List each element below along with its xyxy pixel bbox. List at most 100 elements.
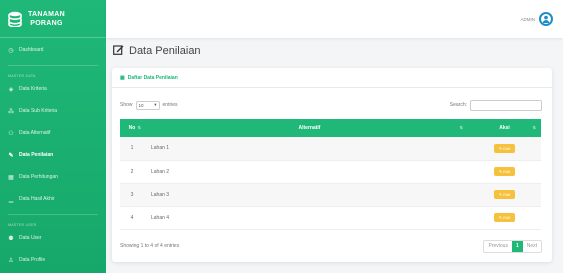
sidebar-item-profile[interactable]: ♙ Data Profile [0,249,106,271]
database-icon [8,11,22,27]
data-card: ▦ Daftar Data Penilaian Show 10 ▾ entrie… [112,68,552,262]
brand-title-line1: TANAMAN [28,10,65,18]
sidebar-item-hasil-akhir[interactable]: ▁ Data Hasil Akhir [0,188,106,210]
search-input[interactable] [470,99,542,111]
user-avatar-icon [542,15,550,23]
dashboard-icon: ◷ [8,47,14,54]
sidebar-heading-master: MASTER DATA [8,74,36,78]
column-header-alternatif[interactable]: Alternatif ⇅ [144,119,468,137]
sidebar-item-label: Dashboard [19,47,44,53]
cell-aksi: ✎ Edit [468,137,541,161]
card-header-title: Daftar Data Penilaian [127,74,178,81]
edit-button[interactable]: ✎ Edit [494,190,515,199]
edit-button[interactable]: ✎ Edit [494,213,515,222]
data-table: No ⇅ Alternatif ⇅ Aksi ⇅ 1 Lahan 1 ✎ Edi… [120,119,541,230]
sidebar-item-label: Data Hasil Akhir [19,196,55,202]
table-row: 4 Lahan 4 ✎ Edit [120,206,541,230]
table-controls: Show 10 ▾ entries Search: [120,99,542,111]
search-label: Search: [449,102,467,108]
topbar: ADMIN [106,0,563,38]
sidebar-item-perhitungan[interactable]: ▦ Data Perhitungan [0,166,106,188]
sidebar-item-label: Data User [19,235,42,241]
edit-button[interactable]: ✎ Edit [494,167,515,176]
column-header-label: Alternatif [298,125,321,131]
user-name[interactable]: ADMIN [521,17,536,22]
edit-button-label: Edit [503,215,511,220]
edit-icon: ✎ [498,145,503,151]
cell-alternatif: Lahan 2 [144,160,468,184]
table-row: 3 Lahan 3 ✎ Edit [120,183,541,207]
cell-alternatif: Lahan 3 [144,183,468,207]
cell-no: 4 [120,206,144,230]
edit-icon [113,44,124,58]
pagination: Previous 1 Next [483,239,542,253]
sort-icon: ⇅ [532,125,536,130]
column-header-no[interactable]: No ⇅ [120,119,144,137]
edit-button-label: Edit [503,169,511,174]
users-icon: ⚇ [8,130,14,137]
sidebar-nav: ◷ Dashboard MASTER DATA ◈ Data Kriteria … [0,39,106,271]
sidebar-item-penilaian[interactable]: ✎ Data Penilaian [0,144,106,166]
sidebar-item-dashboard[interactable]: ◷ Dashboard [0,39,106,61]
table-icon: ▦ [120,74,125,81]
chevron-down-icon: ▾ [154,102,157,107]
sort-icon: ⇅ [459,125,463,130]
edit-icon: ✎ [8,152,14,159]
sidebar-item-kriteria[interactable]: ◈ Data Kriteria [0,78,106,100]
sidebar-item-label: Data Profile [19,257,46,263]
table-row: 2 Lahan 2 ✎ Edit [120,160,541,184]
card-header: ▦ Daftar Data Penilaian [112,68,552,88]
brand-title-line2: PORANG [30,19,63,27]
cell-no: 2 [120,160,144,184]
cell-aksi: ✎ Edit [468,160,541,184]
user-icon: ⚉ [8,235,14,242]
cell-alternatif: Lahan 1 [144,137,468,161]
sidebar-item-label: Data Sub Kriteria [19,108,58,114]
sort-icon: ⇅ [137,125,141,130]
column-header-label: No [128,125,136,131]
sidebar-item-label: Data Alternatif [19,130,51,136]
avatar[interactable] [539,12,553,26]
edit-button-label: Edit [503,145,511,151]
search-box: Search: [449,99,542,111]
sidebar-item-label: Data Kriteria [19,86,47,92]
show-label: Show [120,102,133,108]
sidebar: TANAMAN PORANG ◷ Dashboard MASTER DATA ◈… [0,0,106,273]
edit-button[interactable]: ✎ Edit [494,143,515,153]
sidebar-item-sub-kriteria[interactable]: ⁂ Data Sub Kriteria [0,100,106,122]
table-footer: Showing 1 to 4 of 4 entries Previous 1 N… [120,239,542,253]
page-button-current[interactable]: 1 [511,240,523,252]
cell-aksi: ✎ Edit [468,206,541,230]
profile-icon: ♙ [8,257,14,264]
sidebar-item-label: Data Penilaian [19,152,54,158]
column-header-aksi[interactable]: Aksi ⇅ [468,119,541,137]
edit-icon: ✎ [498,215,503,220]
page-title: Data Penilaian [113,44,201,58]
sidebar-item-alternatif[interactable]: ⚇ Data Alternatif [0,122,106,144]
edit-icon: ✎ [498,169,503,174]
cell-alternatif: Lahan 4 [144,206,468,230]
brand-title: TANAMAN PORANG [28,10,65,28]
next-button[interactable]: Next [523,241,541,252]
cell-no: 1 [120,137,144,161]
calculator-icon: ▦ [8,174,14,181]
cell-aksi: ✎ Edit [468,183,541,207]
brand[interactable]: TANAMAN PORANG [0,0,106,38]
entries-select-value: 10 [138,102,144,108]
previous-button[interactable]: Previous [484,241,511,252]
cubes-icon: ⁂ [8,108,14,115]
sidebar-heading-user: MASTER USER [8,223,37,227]
sidebar-item-user[interactable]: ⚉ Data User [0,227,106,249]
chart-icon: ▁ [8,196,14,203]
table-row: 1 Lahan 1 ✎ Edit [120,137,541,161]
edit-icon: ✎ [498,192,503,197]
table-info: Showing 1 to 4 of 4 entries [120,243,180,249]
cell-no: 3 [120,183,144,207]
entries-label: entries [162,102,178,108]
edit-button-label: Edit [503,192,511,197]
column-header-label: Aksi [499,125,510,131]
entries-select[interactable]: 10 ▾ [135,100,160,110]
cube-icon: ◈ [8,86,14,93]
entries-length: Show 10 ▾ entries [120,100,178,110]
sidebar-item-label: Data Perhitungan [19,174,58,180]
